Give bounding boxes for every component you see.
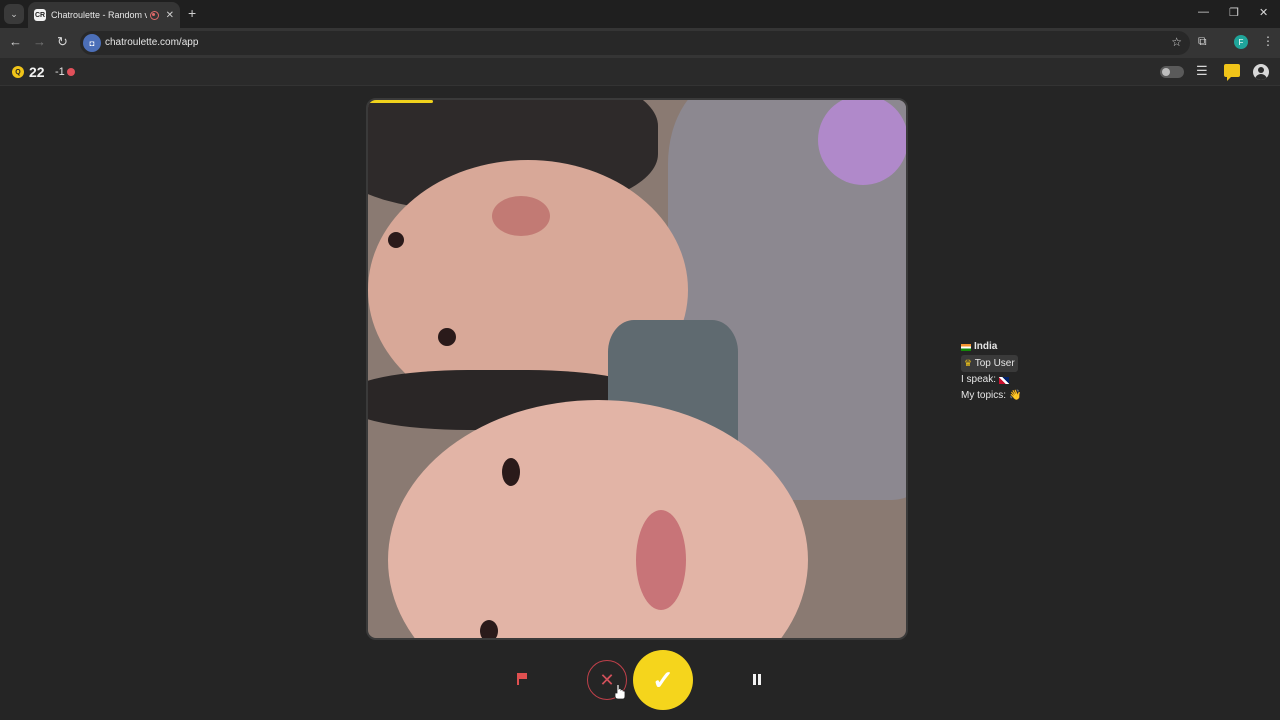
india-flag-icon — [961, 343, 971, 351]
pause-button[interactable] — [750, 672, 764, 688]
video-eye — [438, 328, 456, 346]
partner-video — [366, 98, 908, 640]
wave-icon: 👋 — [1009, 390, 1022, 401]
app-header: Q 22 -1 ☰ — [0, 58, 1280, 86]
video-shirt-print — [818, 100, 906, 185]
report-button[interactable] — [514, 671, 530, 687]
minimize-icon[interactable]: — — [1198, 6, 1209, 18]
video-lips-top — [492, 196, 550, 236]
back-icon[interactable]: ← — [9, 34, 22, 49]
topics-label: My topics: — [961, 390, 1007, 401]
tab-search-icon[interactable]: ⌄ — [4, 4, 24, 24]
extensions-icon[interactable]: ⧉ — [1198, 34, 1207, 49]
reload-icon[interactable]: ↻ — [57, 34, 68, 50]
bookmark-star-icon[interactable]: ☆ — [1171, 35, 1182, 49]
chat-icon[interactable] — [1224, 64, 1240, 81]
profile-avatar[interactable]: F — [1234, 35, 1248, 49]
window-close-icon[interactable]: ✕ — [1259, 6, 1268, 19]
recording-icon — [149, 10, 159, 20]
browser-menu-icon[interactable]: ⋮ — [1262, 34, 1274, 48]
coin-delta: -1 — [55, 66, 65, 78]
account-icon[interactable] — [1253, 64, 1269, 80]
english-flag-icon — [999, 376, 1010, 384]
new-tab-icon[interactable]: + — [188, 5, 196, 21]
filters-icon[interactable]: ☰ — [1196, 63, 1208, 79]
partner-info: India ♛ Top User I speak: My topics: 👋 — [961, 339, 1021, 404]
coin-icon: Q — [12, 66, 24, 78]
partner-country: India — [974, 341, 998, 352]
mouse-pointer-icon — [614, 684, 626, 700]
video-eye — [480, 620, 498, 638]
partner-status-row: ♛ Top User — [961, 355, 1021, 372]
coin-count: 22 — [29, 64, 45, 80]
browser-tab[interactable]: CR Chatroulette - Random vid ✕ — [28, 2, 180, 28]
crown-icon: ♛ — [964, 358, 973, 368]
site-info-icon[interactable]: ◘ — [83, 34, 101, 52]
favicon-icon: CR — [34, 9, 46, 21]
video-eye — [388, 232, 404, 248]
restore-icon[interactable]: ❐ — [1229, 6, 1239, 19]
url-text[interactable]: chatroulette.com/app — [105, 37, 198, 48]
theme-toggle[interactable] — [1160, 66, 1184, 78]
address-bar[interactable]: ◘ chatroulette.com/app ☆ — [80, 31, 1190, 55]
partner-country-row: India — [961, 339, 1021, 355]
partner-language-row: I speak: — [961, 372, 1021, 388]
video-lips-bottom — [636, 510, 686, 610]
close-icon: ✕ — [599, 669, 615, 690]
browser-toolbar: ← → ↻ ◘ chatroulette.com/app ☆ ⧉ F ⋮ — [0, 28, 1280, 58]
tab-title: Chatroulette - Random vid — [51, 10, 147, 20]
partner-topics-row: My topics: 👋 — [961, 388, 1021, 404]
status-badge: ♛ Top User — [961, 355, 1018, 372]
forward-icon[interactable]: → — [33, 34, 46, 49]
check-icon: ✓ — [652, 664, 674, 695]
speak-label: I speak: — [961, 374, 997, 385]
countdown-progress-bar — [368, 100, 433, 103]
browser-tabstrip: ⌄ CR Chatroulette - Random vid ✕ + — ❐ ✕ — [0, 0, 1280, 28]
status-label: Top User — [974, 358, 1015, 369]
delta-badge-icon — [67, 68, 75, 76]
video-eye — [502, 458, 520, 486]
accept-button[interactable]: ✓ — [633, 650, 693, 710]
tab-close-icon[interactable]: ✕ — [166, 10, 174, 21]
